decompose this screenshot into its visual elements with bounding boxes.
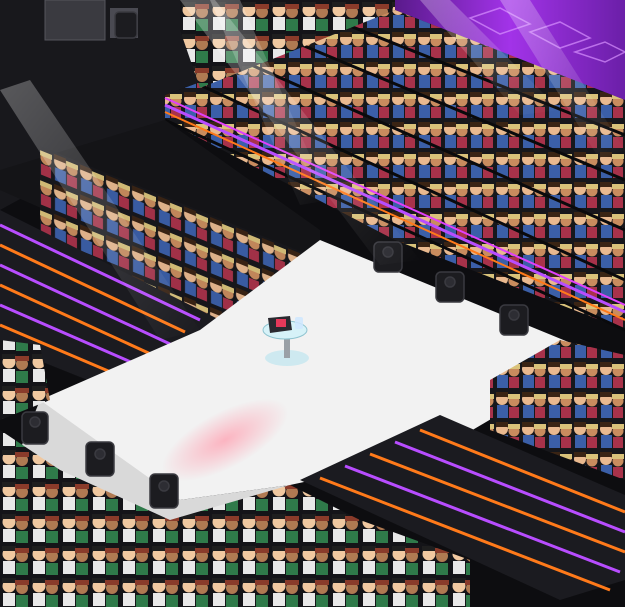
moving-head-light xyxy=(435,271,465,303)
moving-head-light xyxy=(85,441,115,477)
moving-head-light xyxy=(499,304,529,336)
moving-head-light xyxy=(114,11,138,39)
game-viewport[interactable] xyxy=(0,0,625,607)
moving-head-light xyxy=(149,473,179,509)
equipment-case xyxy=(44,0,106,41)
isometric-stage-scene xyxy=(0,0,625,607)
moving-head-light xyxy=(21,411,49,445)
